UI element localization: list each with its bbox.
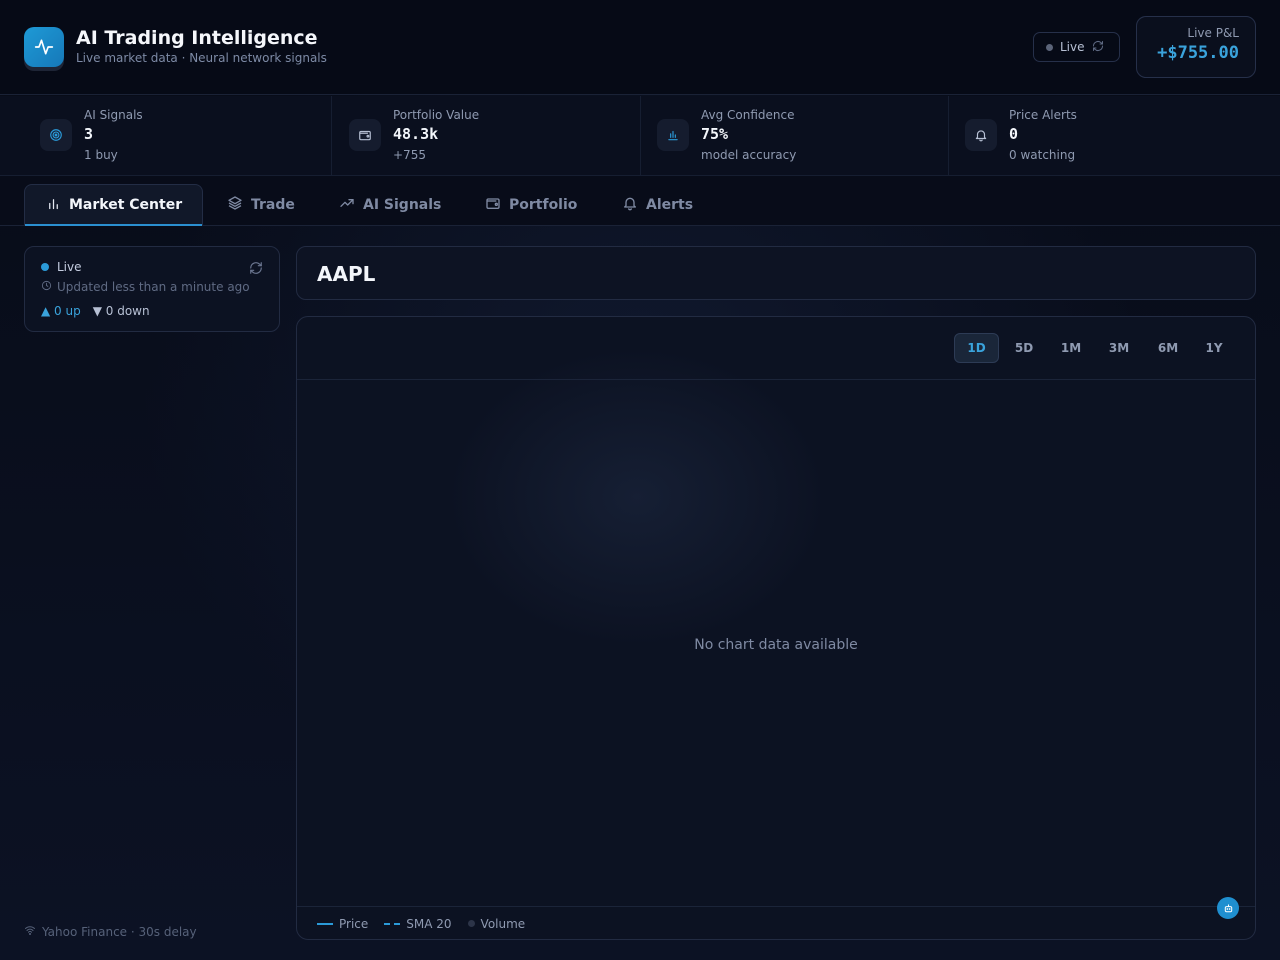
- status-live: Live: [41, 260, 82, 274]
- price-chart-card: 1D 5D 1M 3M 6M 1Y No chart data availabl…: [296, 316, 1256, 940]
- live-dot: [41, 263, 49, 271]
- target-icon: [40, 119, 72, 151]
- range-button-1m[interactable]: 1M: [1050, 333, 1092, 363]
- tab-label: Market Center: [69, 197, 183, 213]
- live-label: Live: [1060, 40, 1085, 54]
- status-live-label: Live: [57, 260, 82, 274]
- refresh-icon[interactable]: [1092, 40, 1104, 55]
- stat-value: 48.3k: [393, 125, 439, 143]
- app-header: AI Trading Intelligence Live market data…: [0, 0, 1280, 95]
- range-button-3m[interactable]: 3M: [1098, 333, 1140, 363]
- legend-sma-swatch: [384, 922, 401, 925]
- bot-icon: [1223, 899, 1234, 918]
- legend-price: Price: [317, 917, 368, 931]
- tab-label: Trade: [251, 196, 295, 213]
- tab-label: Portfolio: [509, 196, 578, 213]
- live-toggle-button[interactable]: Live: [1033, 32, 1120, 62]
- pnl-value: +$755.00: [1157, 43, 1239, 63]
- down-count: ▼ 0 down: [92, 304, 150, 318]
- stat-avg-confidence: Avg Confidence 75% model accuracy: [641, 96, 949, 176]
- status-updated-text: Updated less than a minute ago: [57, 280, 250, 294]
- chart-legend: Price SMA 20 Volume: [297, 906, 1255, 939]
- bell-icon: [965, 119, 997, 151]
- trending-up-icon: [339, 195, 355, 215]
- live-pnl-card: Live P&L +$755.00: [1136, 16, 1256, 78]
- tab-portfolio[interactable]: Portfolio: [485, 184, 577, 225]
- stat-sub: 0 watching: [1009, 148, 1076, 162]
- stat-price-alerts: Price Alerts 0 0 watching: [949, 96, 1257, 176]
- stat-label: Avg Confidence: [701, 108, 795, 122]
- data-source-text: Yahoo Finance · 30s delay: [42, 924, 197, 939]
- wifi-icon: [24, 924, 36, 939]
- wallet-icon: [485, 195, 501, 215]
- app-subtitle: Live market data · Neural network signal…: [76, 51, 327, 65]
- legend-volume: Volume: [467, 916, 526, 931]
- stat-value: 0: [1009, 125, 1019, 143]
- stats-row: AI Signals 3 1 buy Portfolio Value 48.3k…: [0, 96, 1280, 176]
- tab-alerts[interactable]: Alerts: [622, 184, 693, 225]
- tab-market-center[interactable]: Market Center: [24, 184, 203, 226]
- stat-sub: +755: [393, 148, 426, 162]
- tab-trade[interactable]: Trade: [227, 184, 295, 225]
- symbol-title: AAPL: [317, 262, 376, 286]
- refresh-icon[interactable]: [249, 260, 263, 279]
- live-status-dot: [1046, 43, 1053, 51]
- legend-price-swatch: [317, 922, 333, 925]
- legend-label: SMA 20: [406, 916, 452, 931]
- clock-icon: [41, 280, 52, 294]
- range-button-5d[interactable]: 5D: [1003, 333, 1045, 363]
- data-source-footer: Yahoo Finance · 30s delay: [24, 924, 197, 939]
- tab-label: Alerts: [646, 196, 694, 213]
- tab-ai-signals[interactable]: AI Signals: [339, 184, 441, 225]
- stat-label: Portfolio Value: [393, 108, 480, 122]
- bar-chart-icon: [46, 196, 61, 215]
- stat-sub: 1 buy: [84, 148, 118, 162]
- chart-toolbar: 1D 5D 1M 3M 6M 1Y: [297, 317, 1255, 380]
- status-updated: Updated less than a minute ago: [41, 280, 250, 294]
- range-button-1d[interactable]: 1D: [954, 333, 999, 363]
- stat-portfolio-value: Portfolio Value 48.3k +755: [333, 96, 641, 176]
- status-moves: ▲ 0 up ▼ 0 down: [41, 304, 150, 318]
- range-button-1y[interactable]: 1Y: [1193, 333, 1235, 363]
- assistant-bot-button[interactable]: [1217, 897, 1239, 919]
- bar-chart-icon: [657, 119, 689, 151]
- legend-label: Volume: [480, 916, 526, 931]
- main-tabs: Market Center Trade AI Signals Portfolio…: [0, 176, 1280, 226]
- wallet-icon: [349, 119, 381, 151]
- stat-value: 3: [84, 125, 94, 143]
- up-count: ▲ 0 up: [41, 304, 81, 318]
- legend-sma: SMA 20: [384, 916, 452, 931]
- layers-icon: [227, 195, 243, 215]
- range-button-6m[interactable]: 6M: [1147, 333, 1189, 363]
- symbol-header: AAPL: [296, 246, 1256, 300]
- stat-label: Price Alerts: [1009, 108, 1077, 122]
- stat-value: 75%: [701, 125, 729, 143]
- bell-icon: [622, 195, 638, 215]
- live-status-card: Live Updated less than a minute ago ▲ 0 …: [24, 246, 280, 332]
- pnl-label: Live P&L: [1187, 26, 1239, 40]
- legend-label: Price: [339, 916, 369, 931]
- stat-ai-signals: AI Signals 3 1 buy: [24, 96, 332, 176]
- tab-label: AI Signals: [363, 196, 442, 213]
- pulse-icon: [24, 27, 64, 67]
- app-title: AI Trading Intelligence: [76, 27, 318, 49]
- stat-sub: model accuracy: [701, 148, 797, 162]
- legend-volume-swatch: [467, 920, 475, 927]
- stat-label: AI Signals: [84, 108, 143, 122]
- chart-empty-message: No chart data available: [694, 637, 858, 653]
